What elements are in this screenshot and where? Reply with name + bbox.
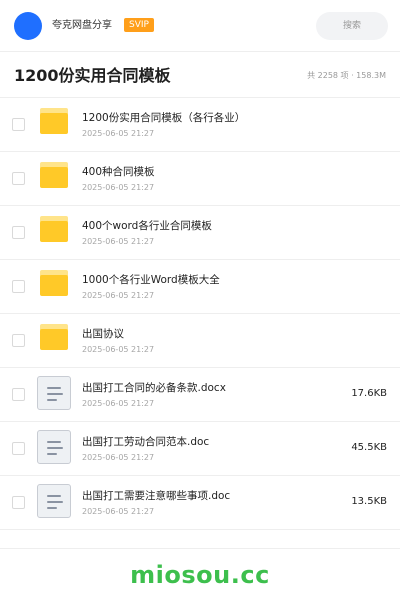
file-date: 2025-06-05 21:27	[82, 237, 155, 246]
row-checkbox[interactable]	[12, 172, 25, 185]
row-checkbox[interactable]	[12, 226, 25, 239]
avatar[interactable]	[14, 12, 42, 40]
folder-icon	[40, 216, 68, 242]
file-name[interactable]: 出国打工需要注意哪些事项.doc	[82, 489, 230, 503]
folder-icon	[40, 324, 68, 350]
page-header: 1200份实用合同模板 共 2258 项 · 158.3M	[0, 52, 400, 98]
footer: miosou.cc	[0, 548, 400, 600]
row-checkbox[interactable]	[12, 496, 25, 509]
file-name[interactable]: 1200份实用合同模板（各行各业）	[82, 111, 245, 125]
row-checkbox[interactable]	[12, 442, 25, 455]
document-icon	[37, 484, 71, 518]
file-size: 17.6KB	[351, 388, 387, 399]
file-date: 2025-06-05 21:27	[82, 129, 155, 138]
file-row[interactable]: 出国打工劳动合同范本.doc 2025-06-05 21:27 45.5KB	[0, 422, 400, 476]
file-row[interactable]: 出国打工合同的必备条款.docx 2025-06-05 21:27 17.6KB	[0, 368, 400, 422]
watermark: miosou.cc	[130, 561, 270, 589]
file-row[interactable]: 出国协议 2025-06-05 21:27	[0, 314, 400, 368]
file-name[interactable]: 出国打工合同的必备条款.docx	[82, 381, 226, 395]
file-date: 2025-06-05 21:27	[82, 345, 155, 354]
row-checkbox[interactable]	[12, 118, 25, 131]
file-name[interactable]: 出国协议	[82, 327, 124, 341]
folder-icon	[40, 270, 68, 296]
item-count: 共 2258 项 · 158.3M	[307, 71, 386, 80]
search-button[interactable]: 搜索	[316, 12, 388, 40]
brand-label: 夸克网盘分享	[52, 20, 112, 31]
file-row[interactable]: 1200份实用合同模板（各行各业） 2025-06-05 21:27	[0, 98, 400, 152]
file-row[interactable]: 1000个各行业Word模板大全 2025-06-05 21:27	[0, 260, 400, 314]
file-row[interactable]: 出国打工需要注意哪些事项.doc 2025-06-05 21:27 13.5KB	[0, 476, 400, 530]
top-bar: 夸克网盘分享 SVIP 搜索	[0, 0, 400, 52]
file-name[interactable]: 1000个各行业Word模板大全	[82, 273, 220, 287]
file-name[interactable]: 400种合同模板	[82, 165, 155, 179]
folder-icon	[40, 108, 68, 134]
file-name[interactable]: 出国打工劳动合同范本.doc	[82, 435, 209, 449]
file-row[interactable]: 400个word各行业合同模板 2025-06-05 21:27	[0, 206, 400, 260]
row-checkbox[interactable]	[12, 388, 25, 401]
page-title: 1200份实用合同模板	[14, 66, 171, 85]
file-size: 13.5KB	[351, 496, 387, 507]
file-date: 2025-06-05 21:27	[82, 399, 155, 408]
file-date: 2025-06-05 21:27	[82, 453, 155, 462]
document-icon	[37, 430, 71, 464]
file-date: 2025-06-05 21:27	[82, 291, 155, 300]
file-list: 1200份实用合同模板（各行各业） 2025-06-05 21:27 400种合同模…	[0, 98, 400, 530]
file-name[interactable]: 400个word各行业合同模板	[82, 219, 212, 233]
file-size: 45.5KB	[351, 442, 387, 453]
folder-icon	[40, 162, 68, 188]
document-icon	[37, 376, 71, 410]
file-row[interactable]: 400种合同模板 2025-06-05 21:27	[0, 152, 400, 206]
row-checkbox[interactable]	[12, 334, 25, 347]
file-date: 2025-06-05 21:27	[82, 183, 155, 192]
file-date: 2025-06-05 21:27	[82, 507, 155, 516]
svip-badge: SVIP	[124, 18, 154, 32]
row-checkbox[interactable]	[12, 280, 25, 293]
